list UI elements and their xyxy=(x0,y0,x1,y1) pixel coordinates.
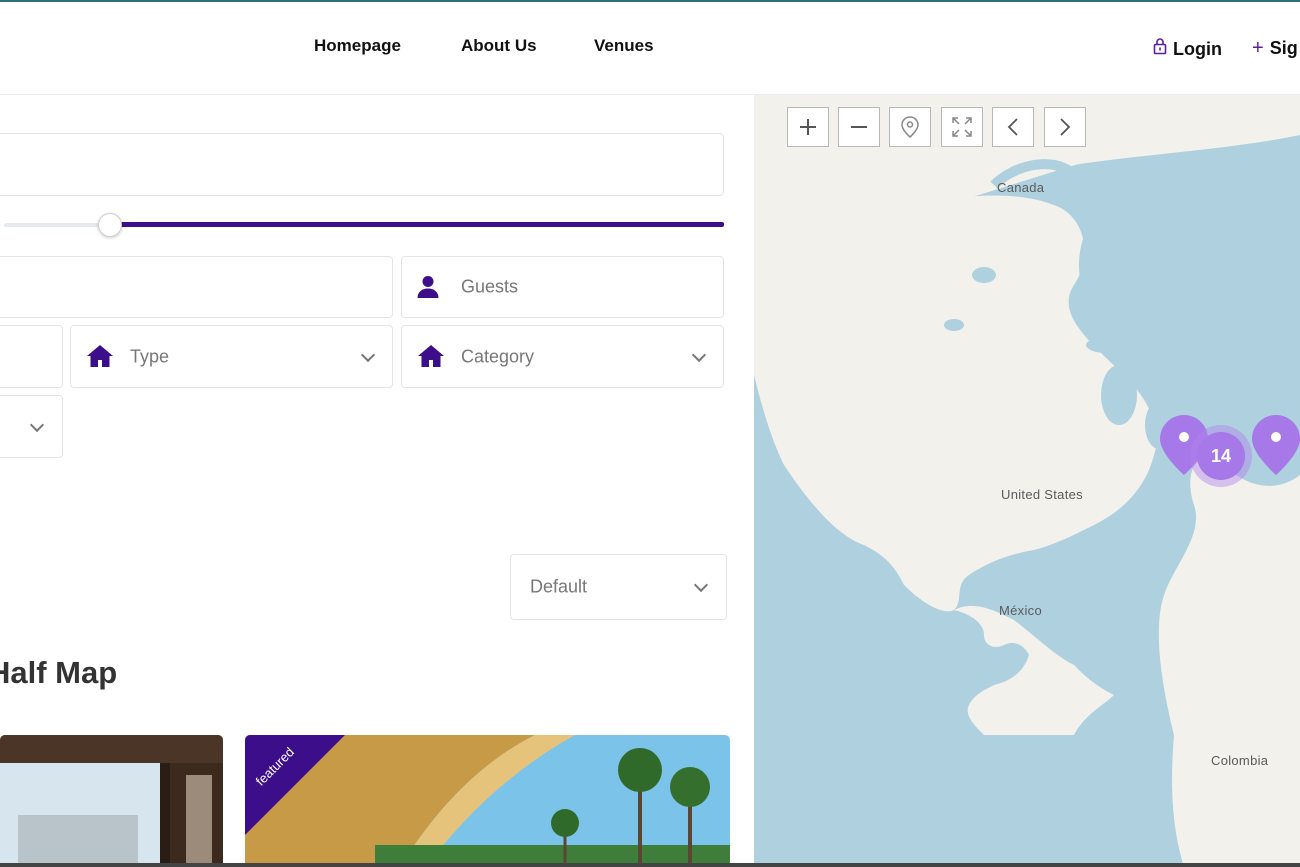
slider-handle[interactable] xyxy=(98,213,122,237)
locate-button[interactable] xyxy=(889,107,931,147)
chevron-right-icon xyxy=(1060,118,1071,136)
keyword-input[interactable] xyxy=(0,133,724,196)
category-select[interactable]: Category xyxy=(401,325,724,388)
guests-placeholder: Guests xyxy=(461,276,519,297)
nav-homepage[interactable]: Homepage xyxy=(314,36,401,56)
map-label-united-states: United States xyxy=(1001,487,1083,502)
home-icon xyxy=(417,344,445,373)
map-marker-pin[interactable] xyxy=(1250,413,1300,477)
previous-button[interactable] xyxy=(992,107,1034,147)
sort-select[interactable]: Default xyxy=(510,554,727,620)
chevron-down-icon xyxy=(360,347,376,362)
user-icon xyxy=(417,275,439,304)
minus-icon xyxy=(851,126,867,128)
type-placeholder: Type xyxy=(130,346,170,366)
nav-venues[interactable]: Venues xyxy=(594,36,654,56)
map-cluster-marker[interactable]: 14 xyxy=(1197,432,1245,480)
plus-icon xyxy=(800,119,816,135)
page-title: Half Map xyxy=(0,655,118,690)
slider-track-inactive xyxy=(4,223,110,227)
location-select[interactable] xyxy=(0,325,63,388)
chevron-down-icon xyxy=(29,417,45,432)
search-panel: Guests Type Category Default Half Map fe… xyxy=(0,95,754,867)
date-input[interactable] xyxy=(0,256,393,318)
map-label-mexico: México xyxy=(999,603,1042,618)
login-label: Login xyxy=(1173,38,1222,59)
type-select[interactable]: Type xyxy=(70,325,393,388)
window-bottom-edge xyxy=(0,863,1300,867)
slider-track-active xyxy=(110,222,724,227)
chevron-down-icon xyxy=(693,577,709,593)
fullscreen-button[interactable] xyxy=(941,107,983,147)
map-label-canada: Canada xyxy=(997,180,1045,195)
expand-icon xyxy=(952,117,972,137)
site-header: Homepage About Us Venues Login + Sig xyxy=(0,2,1300,95)
chevron-left-icon xyxy=(1007,118,1018,136)
zoom-out-button[interactable] xyxy=(838,107,880,147)
nav-about-us[interactable]: About Us xyxy=(461,36,537,56)
sort-value: Default xyxy=(530,576,588,597)
guests-input[interactable]: Guests xyxy=(401,256,724,318)
login-button[interactable]: Login xyxy=(1153,37,1222,61)
zoom-in-button[interactable] xyxy=(787,107,829,147)
next-button[interactable] xyxy=(1044,107,1086,147)
map-pin-icon xyxy=(901,116,919,138)
map-label-colombia: Colombia xyxy=(1211,753,1269,768)
plus-icon: + xyxy=(1252,37,1264,59)
extra-select[interactable] xyxy=(0,395,63,458)
signup-button[interactable]: + Sig xyxy=(1252,37,1298,60)
listing-card-image[interactable] xyxy=(0,735,223,867)
signup-label: Sig xyxy=(1269,38,1298,58)
home-icon xyxy=(86,344,114,373)
listing-card-image[interactable]: featured xyxy=(245,735,730,867)
lock-icon xyxy=(1153,37,1167,61)
chevron-down-icon xyxy=(691,347,707,362)
category-placeholder: Category xyxy=(461,346,535,366)
